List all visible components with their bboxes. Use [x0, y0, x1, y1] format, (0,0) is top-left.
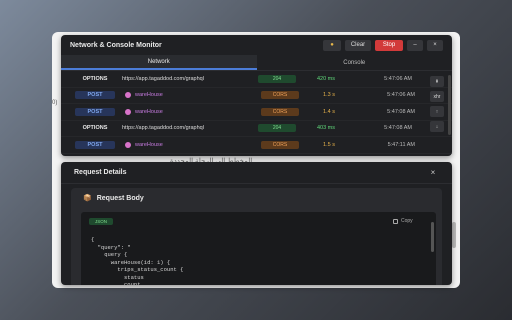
copy-button[interactable]: Copy — [393, 218, 413, 224]
code-line: count — [91, 281, 141, 285]
details-close-button[interactable]: × — [427, 168, 439, 177]
network-monitor-panel: Network & Console Monitor ● Clear Stop –… — [61, 35, 452, 156]
tab-console[interactable]: Console — [257, 55, 453, 70]
duration: 1.3 s — [323, 92, 335, 99]
tab-bar: Network Console — [61, 55, 452, 71]
status-badge: CORS — [261, 140, 299, 149]
request-list: OPTIONS https://app.tagaddod.com/graphql… — [61, 71, 452, 154]
code-block: JSON Copy { "query": " query { wareHouse… — [81, 212, 436, 285]
duration: 420 ms — [316, 75, 336, 82]
json-badge: JSON — [89, 218, 113, 225]
request-list-scrollbar[interactable] — [448, 75, 451, 135]
request-row[interactable]: OPTIONS https://app.tagaddod.com/graphql… — [61, 71, 452, 88]
code-line: status — [91, 273, 144, 281]
side-toolbar: ⇞ xhr ↑ ↓ — [430, 76, 446, 136]
tab-network[interactable]: Network — [61, 55, 257, 70]
scroll-up-button[interactable]: ↑ — [430, 106, 444, 117]
details-title: Request Details — [74, 169, 127, 176]
scroll-top-button[interactable]: ⇞ — [430, 76, 444, 87]
timestamp: 5:47:06 AM — [387, 92, 415, 99]
graphql-icon — [125, 92, 131, 99]
code-line: wareHouse(id: 1) { — [91, 258, 171, 266]
method-label: OPTIONS — [82, 75, 108, 82]
method-label: OPTIONS — [82, 125, 108, 132]
copy-label: Copy — [401, 218, 413, 224]
graphql-icon — [125, 108, 131, 115]
method-badge: POST — [75, 107, 115, 116]
request-row[interactable]: OPTIONS https://app.tagaddod.com/graphql… — [61, 121, 452, 137]
request-url: wareHouse — [121, 141, 261, 148]
request-details-panel: Request Details × 📦 Request Body JSON Co… — [61, 162, 452, 285]
duration: 1.5 s — [323, 141, 335, 148]
request-body-header: 📦 Request Body — [71, 188, 442, 208]
request-row[interactable]: POST wareHouse CORS 1.3 s 5:47:06 AM — [61, 88, 452, 104]
request-row[interactable]: POST wareHouse CORS 1.5 s 5:47:11 AM — [61, 137, 452, 154]
clear-button[interactable]: Clear — [345, 39, 371, 51]
timestamp: 5:47:06 AM — [384, 75, 412, 82]
request-url: https://app.tagaddod.com/graphql — [122, 75, 204, 82]
request-body-card: 📦 Request Body JSON Copy { "query": " qu… — [71, 188, 442, 285]
method-badge: POST — [75, 91, 115, 100]
status-badge: CORS — [261, 91, 299, 100]
status-badge: CORS — [261, 107, 299, 116]
scroll-down-button[interactable]: ↓ — [430, 121, 444, 132]
background-text: 0) — [52, 100, 58, 106]
code-line: { — [91, 236, 95, 243]
status-badge: 204 — [258, 124, 296, 133]
stop-button[interactable]: Stop — [375, 39, 403, 51]
request-url: wareHouse — [121, 92, 261, 99]
code-line: trips_status_count { — [91, 266, 184, 273]
request-row[interactable]: POST wareHouse CORS 1.4 s 5:47:08 AM — [61, 104, 452, 121]
background-scrollbar[interactable] — [452, 222, 456, 248]
duration: 403 ms — [316, 125, 336, 132]
status-badge: 204 — [258, 74, 296, 83]
record-indicator-button[interactable]: ● — [323, 39, 341, 51]
request-body-title: Request Body — [96, 194, 144, 202]
code-line: "query": " — [91, 243, 131, 251]
request-url: wareHouse — [121, 108, 261, 115]
code-scrollbar[interactable] — [431, 222, 434, 252]
timestamp: 5:47:08 AM — [387, 108, 415, 115]
xhr-filter-button[interactable]: xhr — [430, 91, 444, 102]
details-header: Request Details × — [61, 162, 452, 184]
timestamp: 5:47:11 AM — [387, 141, 415, 148]
package-icon: 📦 — [83, 195, 92, 202]
timestamp: 5:47:08 AM — [384, 125, 412, 132]
panel-title: Network & Console Monitor — [70, 41, 162, 49]
minimize-button[interactable]: – — [407, 39, 423, 51]
graphql-icon — [125, 141, 131, 148]
duration: 1.4 s — [323, 108, 335, 115]
request-url: https://app.tagaddod.com/graphql — [122, 125, 204, 132]
panel-header: Network & Console Monitor ● Clear Stop –… — [61, 35, 452, 55]
code-lines: { "query": " query { wareHouse(id: 1) { … — [91, 236, 183, 285]
copy-icon — [393, 218, 398, 224]
method-badge: POST — [75, 140, 115, 149]
code-line: query { — [91, 251, 128, 258]
close-button[interactable]: × — [427, 39, 443, 51]
